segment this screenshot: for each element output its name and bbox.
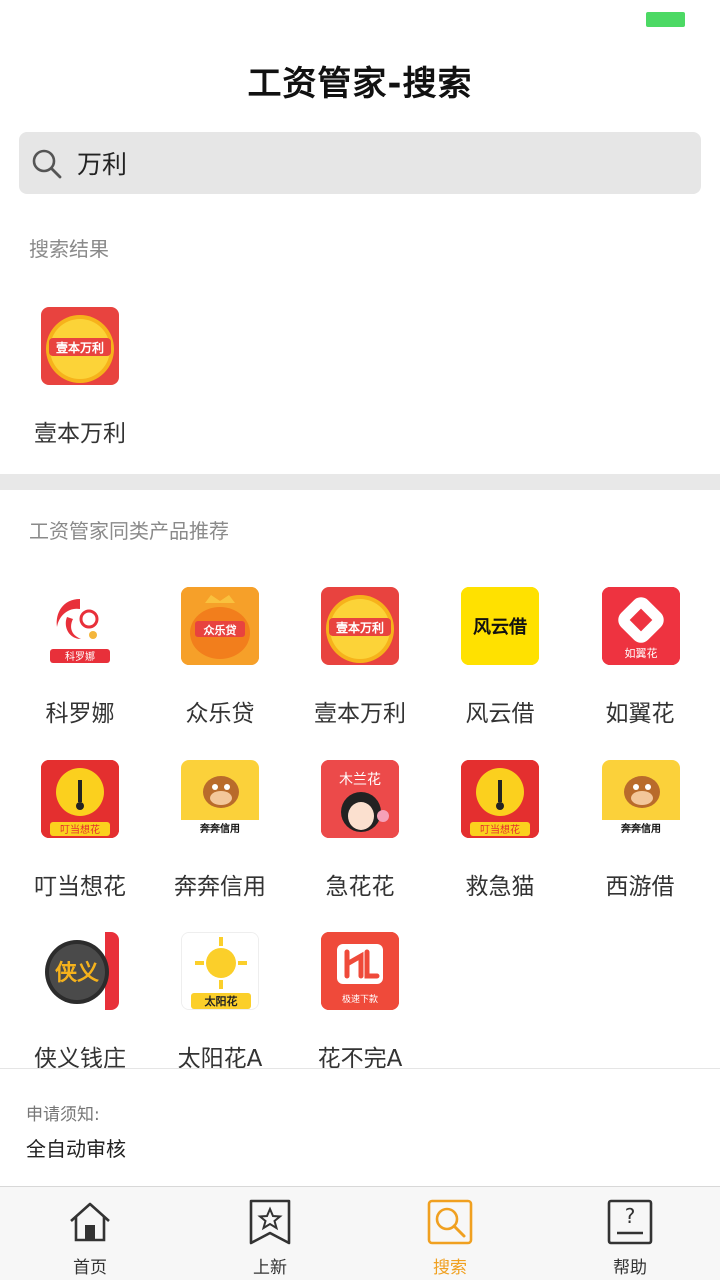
notice-panel — [0, 1068, 720, 1186]
app-name: 西游借 — [605, 874, 675, 900]
search-box[interactable] — [19, 132, 701, 194]
app-name: 叮当想花 — [34, 874, 126, 900]
star-bookmark-icon — [249, 1199, 291, 1245]
notice-body: 全自动审核 — [26, 1137, 126, 1161]
result-item-name: 壹本万利 — [34, 421, 126, 447]
app-icon-text: 壹本万利 — [56, 340, 104, 355]
home-icon — [70, 1202, 110, 1242]
app-icon-text: 众乐贷 — [204, 623, 237, 637]
app-icon-dingdang: 叮当想花 — [41, 760, 119, 838]
svg-text:?: ? — [625, 1204, 636, 1228]
app-icon-text: 极速下款 — [342, 993, 378, 1005]
app-icon-text: 如翼花 — [625, 646, 658, 660]
app-name: 救急猫 — [465, 874, 535, 900]
app-icon-text: 木兰花 — [339, 772, 381, 788]
app-name: 风云借 — [465, 701, 535, 727]
app-name: 如翼花 — [605, 701, 675, 727]
results-section-label: 搜索结果 — [29, 237, 109, 261]
app-icon-text: 叮当想花 — [60, 823, 100, 836]
tab-new[interactable]: 上新 — [180, 1187, 360, 1280]
battery-icon — [646, 12, 685, 27]
app-icon-zhongledai: 众乐贷 — [181, 587, 259, 665]
app-name: 众乐贷 — [185, 701, 255, 727]
help-icon: ? — [607, 1199, 653, 1245]
tab-help[interactable]: ? 帮助 — [540, 1187, 720, 1280]
app-icon-xiayi: 侠义 — [41, 932, 119, 1010]
recommend-section-label: 工资管家同类产品推荐 — [29, 519, 229, 543]
app-icon-fengyunjie: 风云借 — [461, 587, 539, 665]
app-icon-text: 奔奔信用 — [620, 822, 661, 835]
app-icon-yiben: 壹本万利 — [41, 307, 119, 385]
tab-home[interactable]: 首页 — [0, 1187, 180, 1280]
app-icon-mulanhua: 木兰花 — [321, 760, 399, 838]
app-icon-text: 叮当想花 — [480, 823, 520, 836]
page-title: 工资管家-搜索 — [247, 64, 473, 104]
tab-search[interactable]: 搜索 — [360, 1187, 540, 1280]
app-icon-text: 太阳花 — [204, 994, 238, 1008]
app-icon-taiyanghua: 太阳花 — [181, 932, 259, 1010]
search-icon — [32, 149, 62, 179]
app-icon-text: 壹本万利 — [336, 620, 384, 635]
bottom-tab-bar: 首页 上新 搜索 ? 帮助 — [0, 1186, 720, 1280]
search-input[interactable] — [77, 132, 677, 194]
app-name: 科罗娜 — [45, 701, 115, 727]
app-icon-ruyihua: 如翼花 — [602, 587, 680, 665]
app-icon-huabuwan: 极速下款 — [321, 932, 399, 1010]
app-icon-text: 侠义 — [55, 960, 99, 986]
app-icon-keluona: 科罗娜 — [41, 587, 119, 665]
status-bar — [0, 0, 720, 40]
app-icon-text: 奔奔信用 — [199, 822, 240, 835]
app-name: 奔奔信用 — [174, 874, 266, 900]
tab-label: 上新 — [253, 1258, 287, 1278]
section-divider — [0, 474, 720, 490]
tab-label: 首页 — [73, 1258, 107, 1278]
app-icon-xiyoujie: 奔奔信用 — [602, 760, 680, 838]
search-icon — [427, 1199, 473, 1245]
app-name: 壹本万利 — [314, 701, 406, 727]
app-icon-yiben: 壹本万利 — [321, 587, 399, 665]
app-icon-benben: 奔奔信用 — [181, 760, 259, 838]
notice-title: 申请须知: — [26, 1105, 100, 1125]
app-name: 急花花 — [325, 874, 395, 900]
app-icon-text: 科罗娜 — [65, 650, 95, 663]
tab-label: 帮助 — [613, 1258, 647, 1278]
app-icon-jiujimao: 叮当想花 — [461, 760, 539, 838]
app-icon-text: 风云借 — [473, 616, 527, 638]
tab-label: 搜索 — [433, 1258, 467, 1278]
